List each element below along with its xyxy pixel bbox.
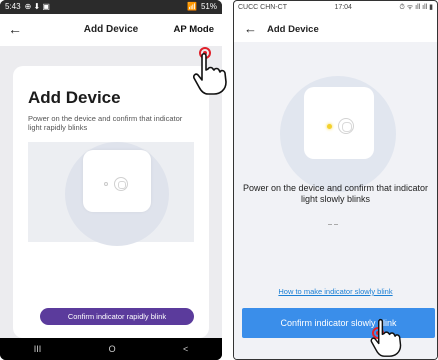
instruction-text: Power on the device and confirm that ind…: [242, 183, 429, 204]
home-icon[interactable]: O: [109, 344, 116, 354]
left-phone-screen: 5:43 ⊕ ⬇ ▣ 📶 51% ← Add Device AP Mode Ad…: [0, 0, 222, 360]
content-area: Add Device Power on the device and confi…: [0, 46, 222, 338]
device-icon: [304, 87, 374, 159]
back-arrow-icon[interactable]: ←: [244, 21, 257, 36]
signal-icon: 📶: [187, 2, 197, 11]
nav-back-icon[interactable]: <: [183, 344, 188, 354]
page-title: Add Device: [267, 24, 319, 35]
help-link[interactable]: How to make indicator slowly blink: [234, 287, 437, 296]
card-heading: Add Device: [28, 88, 121, 107]
confirm-rapid-blink-button[interactable]: Confirm indicator rapidly blink: [40, 308, 194, 325]
instruction-card: Add Device Power on the device and confi…: [13, 66, 209, 338]
pointing-hand-icon: [370, 318, 402, 357]
loading-indicator: [328, 224, 340, 226]
power-button-icon: [338, 118, 354, 134]
pointing-hand-icon: [193, 52, 227, 95]
device-illustration: [28, 142, 194, 246]
device-icon: [83, 150, 151, 212]
signal-icon: ⏱ ᯤ ıll ıll ▮: [399, 4, 433, 11]
indicator-light-icon: [104, 182, 108, 186]
app-bar: ← Add Device AP Mode: [0, 14, 222, 46]
battery-level: 51%: [200, 2, 217, 11]
indicator-light-icon: [327, 124, 332, 129]
content-area: Power on the device and confirm that ind…: [234, 42, 437, 359]
status-time: 5:43: [5, 2, 21, 11]
recent-apps-icon[interactable]: III: [34, 344, 42, 354]
confirm-slow-blink-button[interactable]: Confirm indicator slowly blink: [242, 308, 435, 338]
ap-mode-button[interactable]: AP Mode: [174, 24, 214, 35]
illustration-backdrop: [65, 142, 169, 246]
status-bar: 5:43 ⊕ ⬇ ▣ 📶 51%: [0, 0, 222, 14]
android-nav-bar: III O <: [0, 338, 222, 360]
app-bar: ← Add Device: [234, 14, 437, 42]
right-phone-screen: CUCC CHN-CT 17:04 ⏱ ᯤ ıll ıll ▮ ← Add De…: [233, 0, 438, 360]
notification-icons: ⊕ ⬇ ▣: [24, 2, 50, 11]
status-time: 17:04: [334, 4, 352, 11]
status-bar: CUCC CHN-CT 17:04 ⏱ ᯤ ıll ıll ▮: [234, 1, 437, 14]
illustration-backdrop: [280, 76, 396, 192]
power-button-icon: [114, 177, 128, 191]
card-description: Power on the device and confirm that ind…: [28, 114, 183, 132]
carrier-label: CUCC CHN-CT: [238, 4, 287, 11]
